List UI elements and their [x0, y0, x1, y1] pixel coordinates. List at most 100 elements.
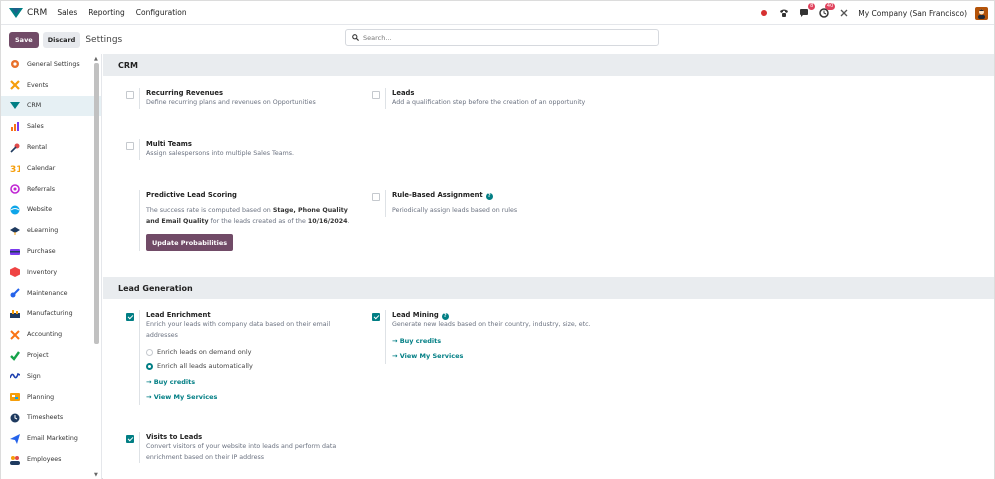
radio-enrich-automatically[interactable]: Enrich all leads automatically [146, 359, 364, 373]
leads-checkbox[interactable] [372, 91, 380, 99]
sidebar-item-maintenance[interactable]: Maintenance [1, 283, 101, 304]
enrichment-buy-credits-link[interactable]: → Buy credits [146, 375, 364, 390]
sidebar-item-sign[interactable]: Sign [1, 366, 101, 387]
predictive-desc-part: The success rate is computed based on [146, 207, 273, 214]
sidebar-item-label: Sign [27, 372, 41, 380]
radio-enrich-on-demand[interactable]: Enrich leads on demand only [146, 345, 364, 359]
rule-based-title-text: Rule-Based Assignment [392, 191, 483, 199]
employees-icon [10, 455, 20, 465]
multi-teams-body: Multi Teams Assign salespersons into mul… [139, 139, 369, 160]
sidebar-item-planning[interactable]: Planning [1, 387, 101, 408]
sidebar-item-manufacturing[interactable]: Manufacturing [1, 304, 101, 325]
manufacturing-icon [10, 309, 20, 319]
predictive-desc-part: for the leads created as of the [208, 217, 308, 225]
sidebar-item-rental[interactable]: Rental [1, 137, 101, 158]
sidebar-item-calendar[interactable]: 31 Calendar [1, 158, 101, 179]
visits-to-leads-checkbox[interactable] [126, 435, 134, 443]
rule-based-checkbox[interactable] [372, 193, 380, 201]
recurring-revenues-checkbox[interactable] [126, 91, 134, 99]
sidebar-item-label: Inventory [27, 268, 58, 276]
sidebar-item-employees[interactable]: Employees [1, 449, 101, 470]
phone-icon[interactable] [778, 7, 790, 19]
visits-to-leads-desc-line2: enrichment based on their IP address [146, 453, 265, 461]
mining-view-services-link[interactable]: → View My Services [392, 349, 625, 364]
sidebar-item-sales[interactable]: Sales [1, 116, 101, 137]
lead-mining-desc: Generate new leads based on their countr… [392, 321, 591, 328]
lead-mining-checkbox[interactable] [372, 313, 380, 321]
rule-based-body: Rule-Based Assignment? Periodically assi… [385, 190, 625, 217]
planning-icon [10, 392, 20, 402]
record-status-icon[interactable] [758, 7, 770, 19]
menu-sales[interactable]: Sales [57, 8, 77, 17]
sidebar-item-inventory[interactable]: Inventory [1, 262, 101, 283]
rental-icon [10, 143, 20, 153]
app-brand[interactable]: CRM [9, 7, 57, 18]
enrichment-radio-group: Enrich leads on demand only Enrich all l… [146, 345, 364, 373]
lead-mining-body: Lead Mining? Generate new leads based on… [385, 310, 625, 364]
crm-icon [10, 101, 20, 111]
sidebar-item-accounting[interactable]: Accounting [1, 324, 101, 345]
user-avatar[interactable] [975, 6, 988, 20]
sidebar-scrollbar[interactable]: ▲ ▼ [93, 56, 100, 478]
sidebar-item-crm[interactable]: CRM [1, 95, 101, 117]
help-icon[interactable]: ? [485, 192, 493, 200]
referrals-icon [10, 184, 20, 194]
search-input[interactable] [363, 33, 643, 42]
predictive-desc-bold: and Email Quality [146, 217, 209, 225]
sidebar-item-label: Project [27, 352, 49, 360]
sidebar-item-timesheets[interactable]: Timesheets [1, 408, 101, 429]
multi-teams-desc: Assign salespersons into multiple Sales … [146, 150, 294, 157]
search-icon [352, 34, 359, 41]
sidebar-item-label: Calendar [27, 164, 56, 172]
predictive-title: Predictive Lead Scoring [146, 191, 237, 199]
multi-teams-checkbox[interactable] [126, 142, 134, 150]
recurring-revenues-body: Recurring Revenues Define recurring plan… [139, 88, 369, 109]
sidebar-item-general-settings[interactable]: General Settings [1, 54, 101, 75]
sidebar-item-project[interactable]: Project [1, 345, 101, 366]
mining-buy-credits-link[interactable]: → Buy credits [392, 334, 625, 349]
top-navbar: CRM Sales Reporting Configuration 8 40 M [1, 1, 994, 25]
menu-configuration[interactable]: Configuration [136, 8, 187, 17]
search-box[interactable] [345, 29, 659, 46]
activity-clock-icon[interactable]: 40 [818, 3, 836, 19]
sidebar-item-label: Purchase [27, 248, 56, 256]
sidebar-item-label: Employees [27, 456, 62, 464]
help-icon[interactable]: ? [441, 312, 449, 320]
enrichment-view-services-link[interactable]: → View My Services [146, 390, 364, 405]
sidebar-item-label: Events [27, 81, 49, 89]
sidebar-item-purchase[interactable]: Purchase [1, 241, 101, 262]
sidebar-item-referrals[interactable]: Referrals [1, 179, 101, 200]
save-button[interactable]: Save [9, 31, 39, 48]
sidebar-item-email-marketing[interactable]: Email Marketing [1, 428, 101, 449]
sidebar-item-elearning[interactable]: eLearning [1, 220, 101, 241]
sidebar-item-website[interactable]: Website [1, 200, 101, 221]
radio-on-demand-indicator[interactable] [146, 348, 153, 356]
maintenance-icon [10, 288, 20, 298]
menu-reporting[interactable]: Reporting [88, 8, 124, 17]
sidebar-item-label: Sales [27, 123, 44, 131]
lead-enrichment-desc-line1: Enrich your leads with company data base… [146, 321, 331, 328]
events-icon [10, 80, 20, 90]
discard-button[interactable]: Discard [42, 31, 81, 48]
chat-icon[interactable]: 8 [798, 3, 816, 19]
scroll-thumb[interactable] [94, 63, 99, 344]
settings-sidebar: General Settings Events CRM Sales Rental 31 Ca… [1, 54, 102, 479]
lead-enrichment-checkbox[interactable] [126, 313, 134, 321]
update-probabilities-button[interactable]: Update Probabilities [146, 234, 234, 251]
debug-tools-icon[interactable] [838, 7, 850, 19]
sidebar-item-label: Rental [27, 144, 48, 152]
app-name: CRM [27, 7, 48, 18]
sidebar-item-label: Website [27, 206, 53, 214]
sidebar-item-events[interactable]: Events [1, 75, 101, 96]
sidebar-item-label: Email Marketing [27, 435, 78, 443]
activity-badge: 40 [824, 3, 836, 10]
sidebar-item-label: Manufacturing [27, 310, 73, 318]
scroll-down-arrow-icon[interactable]: ▼ [94, 472, 98, 478]
sales-icon [10, 121, 20, 132]
sidebar-item-label: eLearning [27, 227, 59, 235]
scroll-up-arrow-icon[interactable]: ▲ [94, 56, 98, 62]
company-switcher[interactable]: My Company (San Francisco) [858, 9, 967, 18]
email-marketing-icon [10, 433, 20, 444]
purchase-icon [10, 247, 20, 257]
radio-auto-indicator[interactable] [146, 362, 153, 370]
